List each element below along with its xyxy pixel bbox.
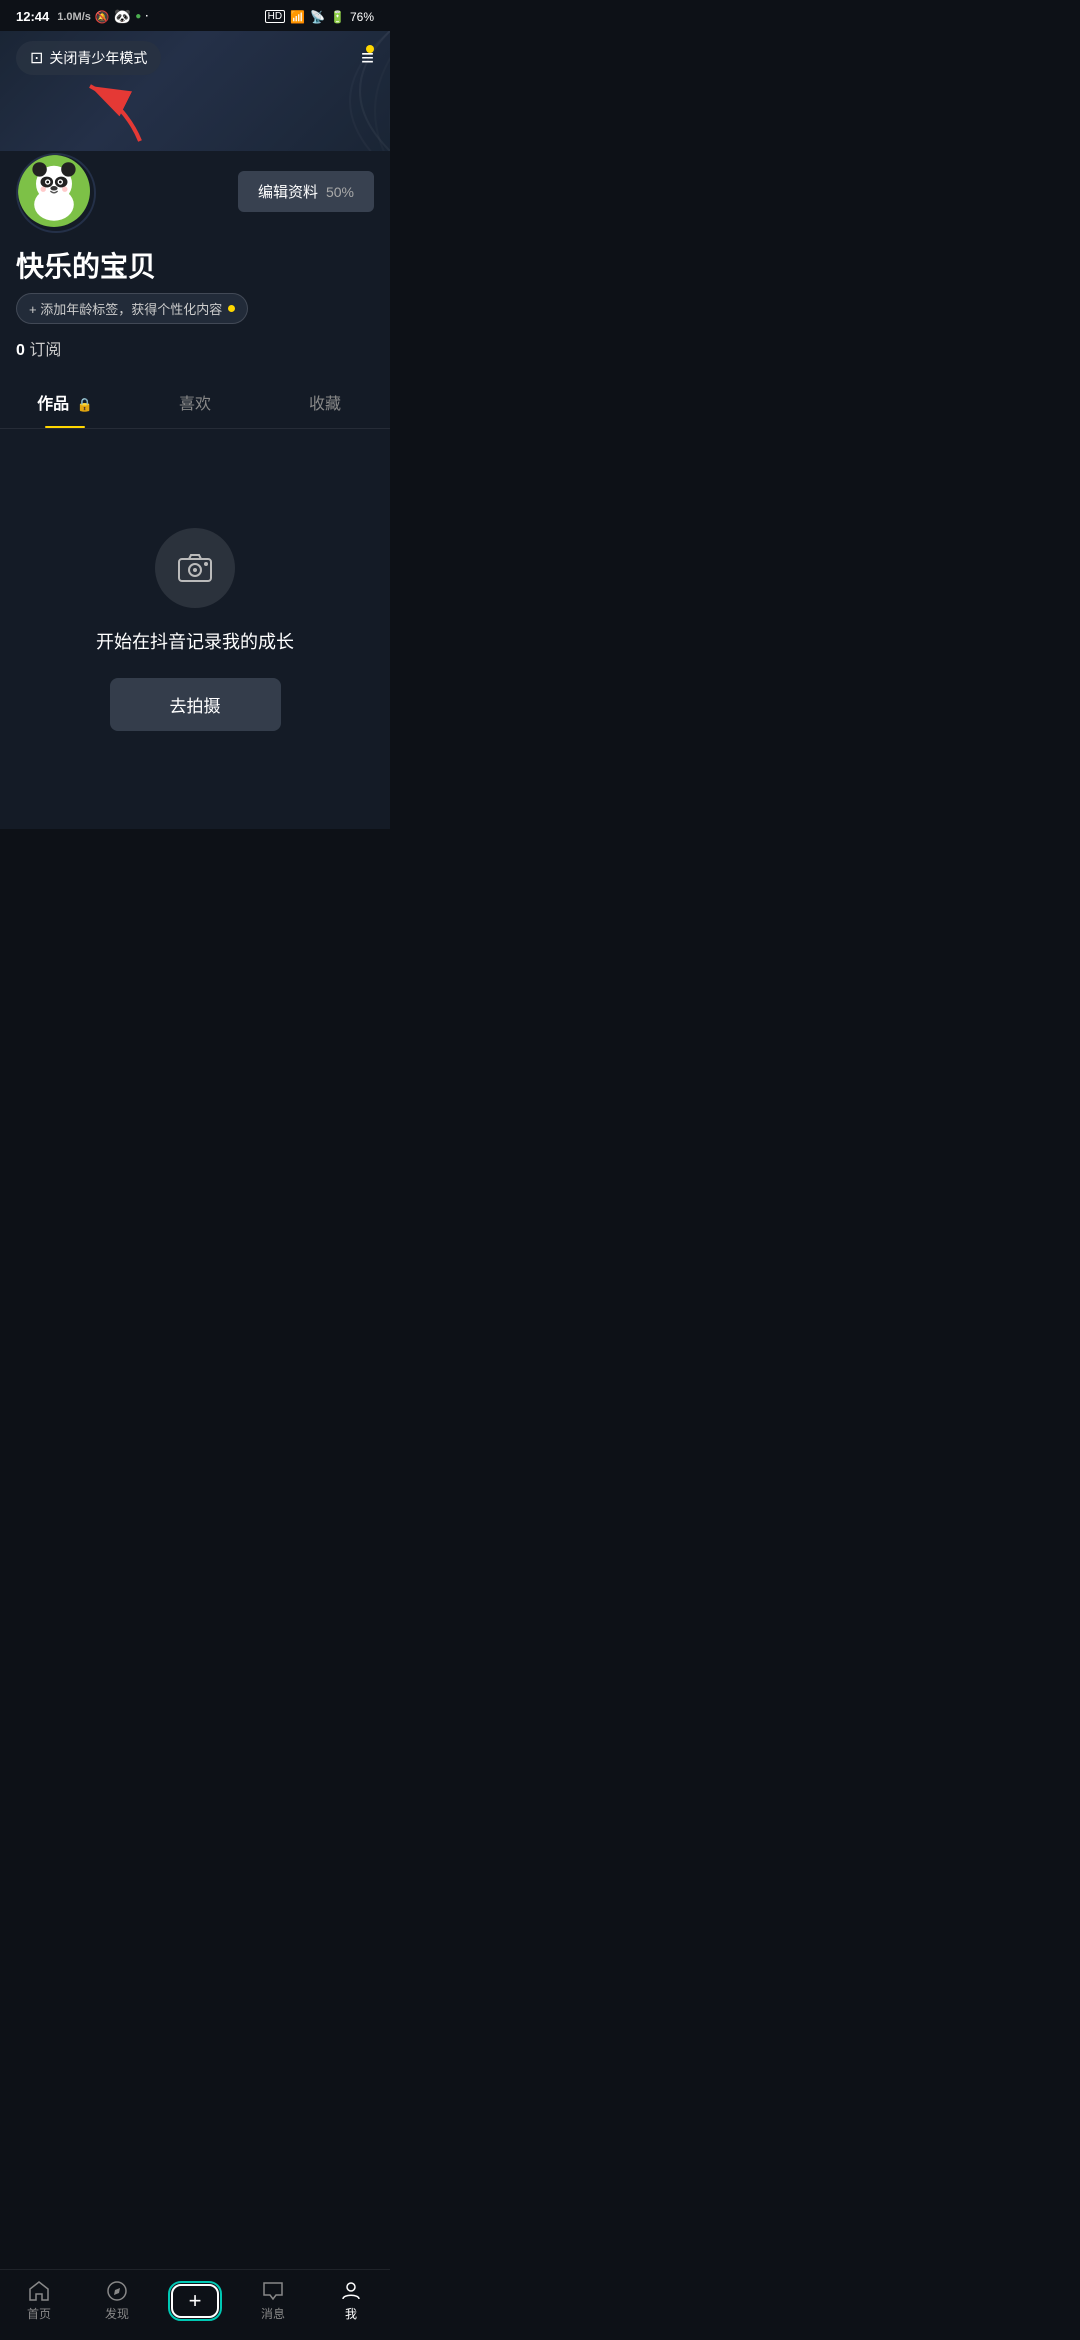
tab-favorites[interactable]: 收藏 — [260, 376, 390, 428]
tab-likes-label: 喜欢 — [179, 396, 211, 413]
me-icon — [340, 2280, 362, 2302]
arrow-annotation — [80, 76, 160, 151]
subscribe-count: 0 订阅 — [16, 336, 374, 376]
nav-messages-label: 消息 — [261, 2305, 285, 2322]
edit-profile-button[interactable]: 编辑资料 50% — [238, 171, 374, 212]
mute-icon: 🔕 — [95, 10, 110, 24]
avatar-small-icon: 🐼 — [114, 8, 131, 25]
shoot-button[interactable]: 去拍摄 — [110, 678, 281, 731]
nav-discover[interactable]: 发现 — [87, 2280, 147, 2322]
youth-mode-button[interactable]: ⊡ 关闭青少年模式 — [16, 41, 161, 75]
nav-me-label: 我 — [345, 2305, 357, 2322]
nav-plus[interactable]: + — [165, 2284, 225, 2318]
username: 快乐的宝贝 — [16, 233, 374, 293]
lock-icon: 🔒 — [77, 397, 93, 412]
status-speed: 1.0M/s — [57, 11, 91, 23]
age-tag-button[interactable]: + 添加年龄标签，获得个性化内容 — [16, 293, 248, 324]
subscribe-num: 0 — [16, 342, 25, 359]
home-icon — [28, 2280, 50, 2302]
dot-icon: ● — [135, 11, 141, 22]
profile-top: 编辑资料 50% — [16, 151, 374, 233]
messages-icon — [262, 2280, 284, 2302]
edit-profile-label: 编辑资料 — [258, 181, 318, 202]
nav-home-label: 首页 — [27, 2305, 51, 2322]
nav-discover-label: 发现 — [105, 2305, 129, 2322]
profile-section: 编辑资料 50% 快乐的宝贝 + 添加年龄标签，获得个性化内容 0 订阅 — [0, 151, 390, 376]
edit-profile-percent: 50% — [326, 184, 354, 200]
shoot-button-label: 去拍摄 — [170, 697, 221, 716]
status-time: 12:44 — [16, 9, 49, 24]
youth-mode-label: 关闭青少年模式 — [49, 48, 147, 68]
content-area: 开始在抖音记录我的成长 去拍摄 — [0, 429, 390, 829]
avatar — [18, 155, 90, 227]
hd-badge: HD — [265, 10, 285, 23]
status-bar: 12:44 1.0M/s 🔕 🐼 ● · HD 📶 📡 🔋 76% — [0, 0, 390, 31]
nav-messages[interactable]: 消息 — [243, 2280, 303, 2322]
menu-notification-dot — [366, 45, 374, 53]
plus-icon: + — [189, 2290, 202, 2312]
tab-likes[interactable]: 喜欢 — [130, 376, 260, 428]
wifi-icon: 📡 — [310, 10, 325, 24]
nav-me[interactable]: 我 — [321, 2280, 381, 2322]
bottom-spacer — [0, 829, 390, 899]
dot2-icon: · — [145, 11, 148, 22]
camera-icon-circle — [155, 528, 235, 608]
battery-icon: 🔋 — [330, 10, 345, 24]
status-right: HD 📶 📡 🔋 76% — [265, 10, 374, 24]
camera-icon — [177, 550, 213, 586]
tab-favorites-label: 收藏 — [309, 396, 341, 413]
status-left: 12:44 1.0M/s 🔕 🐼 ● · — [16, 8, 149, 25]
tab-works-label: 作品 — [37, 396, 69, 413]
bottom-nav: 首页 发现 + 消息 我 — [0, 2269, 390, 2340]
subscribe-label: 订阅 — [29, 342, 61, 359]
tab-works[interactable]: 作品 🔒 — [0, 376, 130, 428]
age-tag-label: + 添加年龄标签，获得个性化内容 — [29, 299, 222, 318]
discover-icon — [106, 2280, 128, 2302]
signal-icon: 📶 — [290, 10, 305, 24]
empty-state-text: 开始在抖音记录我的成长 — [96, 628, 294, 654]
top-bar: ⊡ 关闭青少年模式 ≡ — [0, 31, 390, 85]
nav-home[interactable]: 首页 — [9, 2280, 69, 2322]
youth-mode-icon: ⊡ — [30, 48, 43, 68]
age-tag-dot — [228, 305, 235, 312]
menu-button[interactable]: ≡ — [361, 45, 374, 71]
avatar-container — [16, 153, 96, 233]
plus-button[interactable]: + — [171, 2284, 219, 2318]
header-area: ⊡ 关闭青少年模式 ≡ — [0, 31, 390, 151]
tabs-bar: 作品 🔒 喜欢 收藏 — [0, 376, 390, 429]
battery-percent: 76% — [350, 10, 374, 24]
